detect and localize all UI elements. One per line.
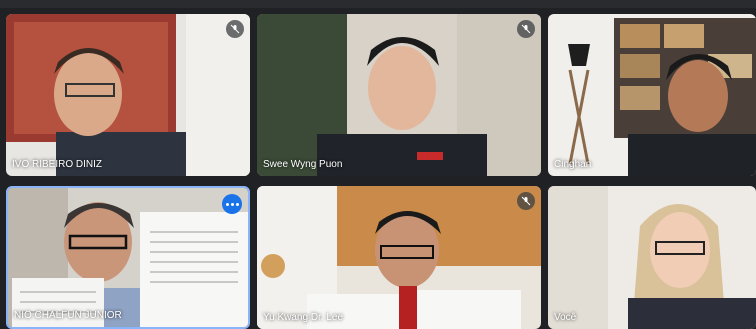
mic-off-icon [517, 192, 535, 210]
participant-tile-yu[interactable]: Yu Kwang Dr. Lee [257, 186, 541, 329]
participant-video-chalfun [8, 188, 248, 327]
participant-video-ivo [6, 14, 250, 176]
participant-name: NIO CHALFUN JUNIOR [14, 310, 122, 321]
participant-tile-self[interactable]: Você [548, 186, 756, 329]
participant-name: Cinghan [554, 159, 592, 170]
participant-video-self [548, 186, 756, 329]
participant-name: IVO RIBEIRO DINIZ [12, 159, 103, 170]
participant-name: Você [554, 312, 577, 323]
participant-tile-ivo[interactable]: IVO RIBEIRO DINIZ [6, 14, 250, 176]
participant-tile-chalfun[interactable]: NIO CHALFUN JUNIOR [6, 186, 250, 329]
participant-name: Yu Kwang Dr. Lee [263, 312, 344, 323]
participant-name: Swee Wyng Puon [263, 159, 343, 170]
mic-off-icon [226, 20, 244, 38]
participant-video-swee [257, 14, 541, 176]
participant-tile-swee[interactable]: Swee Wyng Puon [257, 14, 541, 176]
participant-grid: IVO RIBEIRO DINIZ Swee Wyng Puon Cinghan… [0, 0, 756, 329]
participant-tile-cinghan[interactable]: Cinghan [548, 14, 756, 176]
participant-video-cinghan [548, 14, 756, 176]
more-options-icon[interactable] [222, 194, 242, 214]
participant-video-yu [257, 186, 541, 329]
mic-off-icon [517, 20, 535, 38]
